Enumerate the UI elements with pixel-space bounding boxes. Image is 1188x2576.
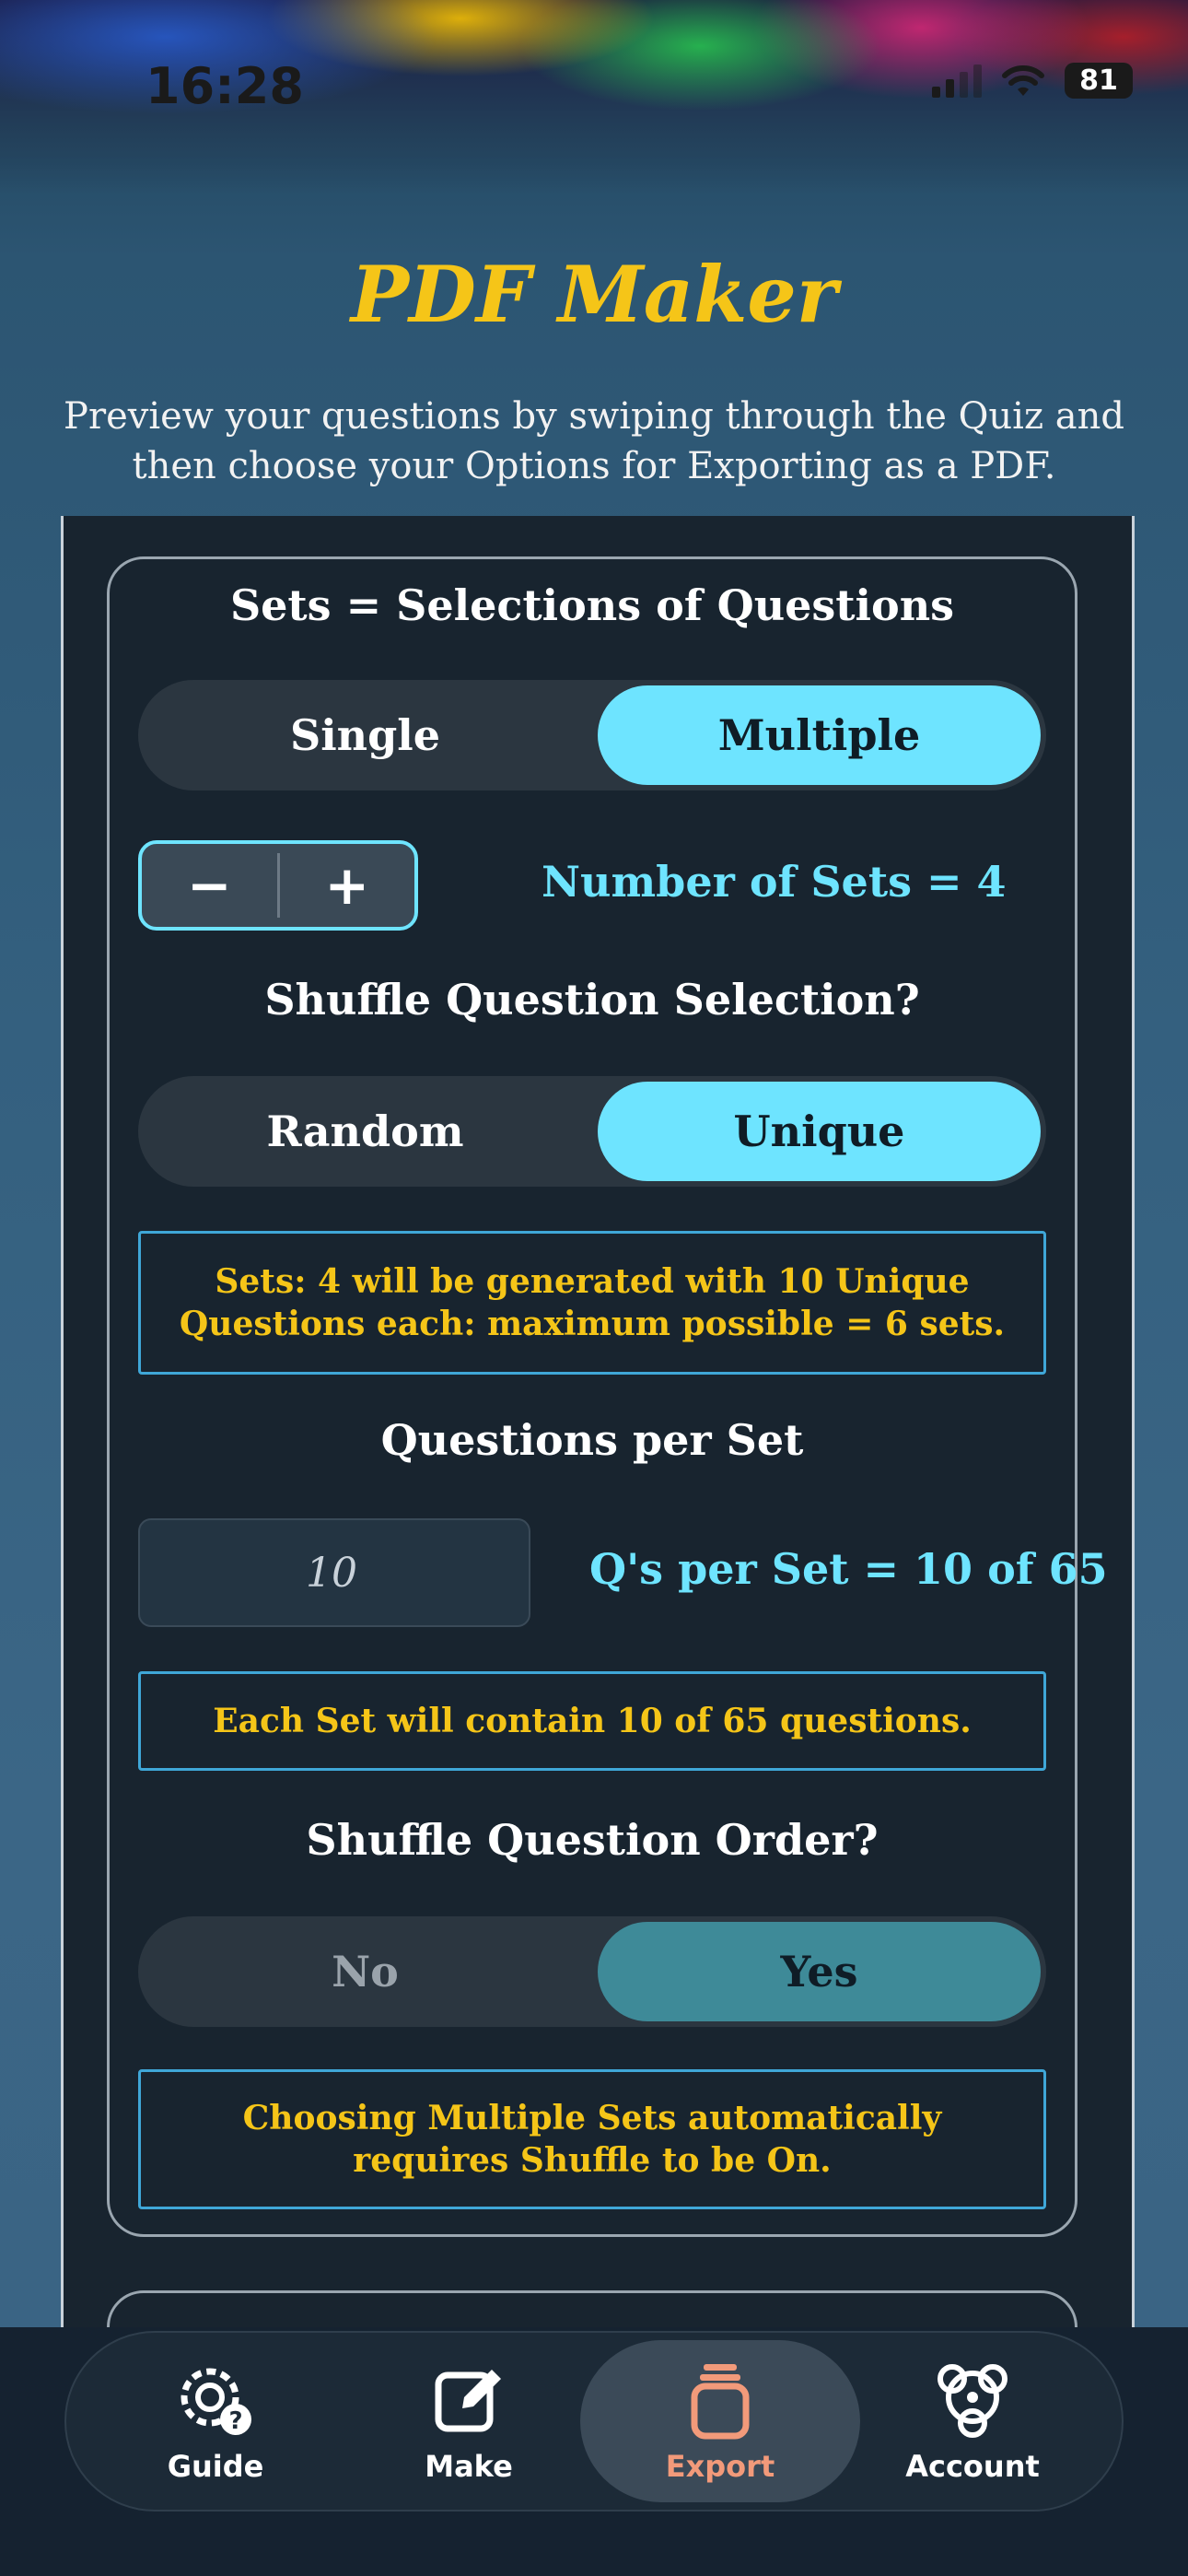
segment-yes[interactable]: Yes <box>598 1922 1041 2021</box>
segment-random[interactable]: Random <box>144 1082 587 1181</box>
tab-make[interactable]: Make <box>331 2340 607 2502</box>
export-icon <box>691 2364 750 2440</box>
questions-per-set-label: Q's per Set = 10 of 65 <box>589 1544 1108 1594</box>
segment-multiple[interactable]: Multiple <box>598 685 1041 785</box>
segment-single[interactable]: Single <box>144 685 587 785</box>
tab-make-label: Make <box>425 2449 513 2484</box>
tab-account[interactable]: Account <box>834 2340 1111 2502</box>
tab-account-label: Account <box>905 2449 1040 2484</box>
status-time: 16:28 <box>146 57 304 115</box>
decrement-button[interactable]: − <box>142 854 277 917</box>
questions-per-set-input[interactable]: 10 <box>138 1518 530 1627</box>
number-of-sets-label: Number of Sets = 4 <box>542 857 1007 907</box>
shuffle-order-segmented-control: No Yes <box>138 1916 1046 2027</box>
tab-export[interactable]: Export <box>580 2340 860 2502</box>
tab-export-label: Export <box>665 2449 775 2484</box>
status-icons: 81 <box>932 63 1133 99</box>
questions-per-set-heading: Questions per Set <box>380 1415 804 1465</box>
battery-icon: 81 <box>1065 63 1133 99</box>
segment-no[interactable]: No <box>144 1922 587 2021</box>
segment-unique[interactable]: Unique <box>598 1082 1041 1181</box>
sets-stepper: − + <box>138 840 418 931</box>
increment-button[interactable]: + <box>280 854 415 917</box>
edit-icon <box>435 2370 501 2432</box>
questions-per-set-info: Each Set will contain 10 of 65 questions… <box>138 1671 1046 1771</box>
account-icon <box>938 2364 1007 2438</box>
shuffle-order-info: Choosing Multiple Sets automatically req… <box>138 2069 1046 2209</box>
tab-guide-label: Guide <box>167 2449 264 2484</box>
sets-heading: Sets = Selections of Questions <box>229 580 955 630</box>
tab-guide[interactable]: ? Guide <box>77 2340 354 2502</box>
shuffle-selection-info: Sets: 4 will be generated with 10 Unique… <box>138 1231 1046 1375</box>
svg-text:?: ? <box>228 2407 242 2435</box>
cellular-signal-icon <box>932 64 982 98</box>
shuffle-selection-segmented-control: Random Unique <box>138 1076 1046 1187</box>
shuffle-order-heading: Shuffle Question Order? <box>306 1815 879 1865</box>
shuffle-selection-heading: Shuffle Question Selection? <box>264 975 920 1025</box>
sets-segmented-control: Single Multiple <box>138 680 1046 790</box>
page-title: PDF Maker <box>350 249 838 340</box>
wifi-icon <box>1002 64 1044 96</box>
page-subtitle: Preview your questions by swiping throug… <box>64 395 1124 487</box>
gear-help-icon: ? <box>181 2368 251 2435</box>
